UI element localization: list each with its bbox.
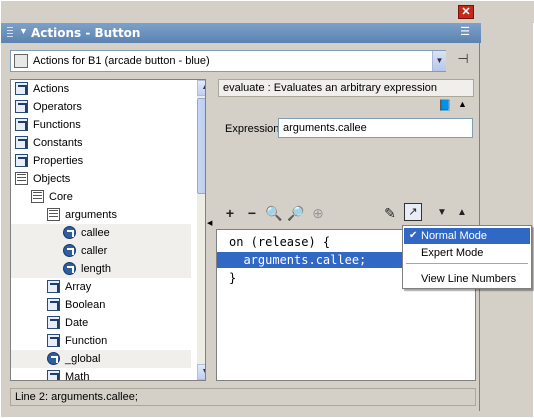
find-icon[interactable]: 🔍 xyxy=(264,203,284,223)
tree-item-array[interactable]: Array xyxy=(11,278,191,296)
tree-item-boolean[interactable]: Boolean xyxy=(11,296,191,314)
tree-item-actions[interactable]: Actions xyxy=(11,80,191,98)
target-dropdown-value: Actions for B1 (arcade button - blue) xyxy=(33,55,210,67)
tree-item-label: Operators xyxy=(33,101,82,113)
tree-item-length[interactable]: length xyxy=(11,260,191,278)
expression-label: Expression: xyxy=(225,123,283,135)
panel-title: Actions - Button xyxy=(31,26,141,40)
action-circle-icon xyxy=(63,244,76,257)
menu-item-label: Expert Mode xyxy=(421,247,484,259)
collapse-params-icon[interactable]: ▲ xyxy=(458,99,467,109)
top-strip: ✕ xyxy=(1,1,534,23)
tree-item-label: _global xyxy=(65,353,101,365)
tree-item-core[interactable]: Core xyxy=(11,188,191,206)
open-book-icon xyxy=(15,172,28,185)
open-book-icon xyxy=(47,208,60,221)
button-symbol-icon xyxy=(14,54,28,68)
options-menu-icon[interactable]: ☰ xyxy=(457,27,473,39)
tree-item-operators[interactable]: Operators xyxy=(11,98,191,116)
view-options-icon[interactable]: ↗ xyxy=(404,203,422,221)
action-circle-icon xyxy=(47,352,60,365)
book-icon xyxy=(47,298,60,311)
tree-item-label: Objects xyxy=(33,173,71,185)
delete-action-button[interactable]: − xyxy=(242,203,262,223)
actions-toolbox-tree: Actions Operators Functions Constants Proper… xyxy=(10,79,206,381)
action-circle-icon xyxy=(63,262,76,275)
tree-item-label: length xyxy=(81,263,111,275)
tree-item-math[interactable]: Math xyxy=(11,368,191,381)
tree-item-functions[interactable]: Functions xyxy=(11,116,191,134)
action-description: evaluate : Evaluates an arbitrary expres… xyxy=(218,79,474,97)
tree-item-date[interactable]: Date xyxy=(11,314,191,332)
tree-item-label: Core xyxy=(49,191,73,203)
tree-item-constants[interactable]: Constants xyxy=(11,134,191,152)
add-action-button[interactable]: + xyxy=(220,203,240,223)
menu-item-expert-mode[interactable]: Expert Mode xyxy=(404,245,530,261)
book-icon xyxy=(15,82,28,95)
replace-icon[interactable]: 🔎 xyxy=(286,203,306,223)
actions-window: ✕ ▼ Actions - Button ☰ Actions for B1 (a… xyxy=(0,0,534,418)
tree-item-label: Boolean xyxy=(65,299,106,311)
tree-item-label: callee xyxy=(81,227,110,239)
collapse-left-icon[interactable]: ◀ xyxy=(207,219,213,235)
menu-item-normal-mode[interactable]: ✔ Normal Mode xyxy=(404,228,530,244)
open-book-icon xyxy=(31,190,44,203)
tree-item-label: Math xyxy=(65,371,90,381)
tree-item-objects[interactable]: Objects xyxy=(11,170,191,188)
view-options-menu: ✔ Normal Mode Expert Mode View Line Numbe… xyxy=(402,225,532,289)
pin-icon[interactable]: ⊣ xyxy=(452,51,474,71)
move-up-icon[interactable]: ▲ xyxy=(452,203,472,223)
grip-icon[interactable] xyxy=(7,27,13,39)
tree-item-caller[interactable]: caller xyxy=(11,242,191,260)
move-down-icon[interactable]: ▼ xyxy=(432,203,452,223)
book-icon xyxy=(47,334,60,347)
tree-item-function[interactable]: Function xyxy=(11,332,191,350)
action-circle-icon xyxy=(63,226,76,239)
menu-item-label: View Line Numbers xyxy=(421,273,517,285)
close-button[interactable]: ✕ xyxy=(458,5,474,19)
collapse-triangle-icon[interactable]: ▼ xyxy=(19,26,28,36)
status-text: Line 2: arguments.callee; xyxy=(15,391,138,403)
tree-item--global[interactable]: _global xyxy=(11,350,191,368)
description-text: evaluate : Evaluates an arbitrary expres… xyxy=(223,82,438,94)
status-bar: Line 2: arguments.callee; xyxy=(10,388,476,406)
book-icon xyxy=(47,370,60,380)
tree-item-label: Actions xyxy=(33,83,70,95)
tree-item-label: arguments xyxy=(65,209,117,221)
expression-input[interactable] xyxy=(278,118,473,138)
scroll-down-button[interactable]: ▼ xyxy=(197,364,205,380)
panel-title-bar[interactable]: ▼ Actions - Button ☰ xyxy=(1,23,481,43)
vertical-scrollbar[interactable]: ▲ ▼ xyxy=(197,80,205,380)
menu-divider xyxy=(406,263,528,264)
tree-item-label: Functions xyxy=(33,119,81,131)
tree-item-label: Constants xyxy=(33,137,83,149)
menu-item-view-line-numbers[interactable]: View Line Numbers xyxy=(404,271,530,287)
book-icon xyxy=(47,316,60,329)
tree-item-label: Array xyxy=(65,281,92,293)
tree-item-callee[interactable]: callee xyxy=(11,224,191,242)
tree-item-label: Properties xyxy=(33,155,84,167)
target-dropdown[interactable]: Actions for B1 (arcade button - blue) ▼ xyxy=(10,50,446,72)
tree-item-label: Function xyxy=(65,335,108,347)
debug-options-icon[interactable]: ✎ xyxy=(380,203,400,223)
scroll-up-button[interactable]: ▲ xyxy=(197,80,205,96)
insert-target-path-icon[interactable]: ⊕ xyxy=(308,203,328,223)
tree-item-label: caller xyxy=(81,245,108,257)
scroll-thumb[interactable] xyxy=(197,98,205,194)
tree-item-label: Date xyxy=(65,317,89,329)
book-icon xyxy=(15,136,28,149)
checkmark-icon: ✔ xyxy=(409,230,418,241)
tree-item-arguments[interactable]: arguments xyxy=(11,206,191,224)
script-toolbar: + − 🔍 🔎 ⊕ ✎ ↗ ▼ ▲ xyxy=(218,203,476,225)
menu-item-label: Normal Mode xyxy=(421,230,488,242)
tree-item-properties[interactable]: Properties xyxy=(11,152,191,170)
book-icon xyxy=(15,100,28,113)
chevron-down-icon[interactable]: ▼ xyxy=(432,51,446,71)
book-icon xyxy=(15,118,28,131)
reference-book-icon[interactable]: 📘 xyxy=(438,99,452,112)
book-icon xyxy=(47,280,60,293)
book-icon xyxy=(15,154,28,167)
